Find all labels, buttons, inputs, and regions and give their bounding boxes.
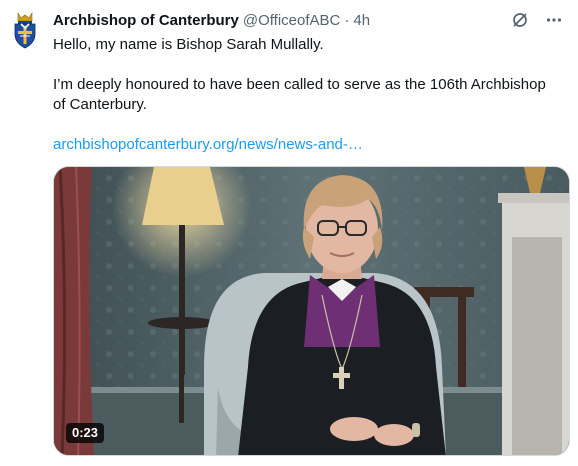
avatar[interactable] [12, 11, 38, 50]
video-duration: 0:23 [66, 423, 105, 443]
tweet-text-line: I’m deeply honoured to have been called … [53, 76, 546, 93]
more-button[interactable] [544, 10, 564, 30]
tweet[interactable]: Archbishop of Canterbury @OfficeofABC · … [0, 0, 578, 466]
canterbury-crest-icon [14, 11, 36, 49]
tweet-text-spacer [53, 55, 553, 75]
tweet-text-line: of Canterbury. [53, 96, 147, 113]
tweet-text-line: Hello, my name is Bishop Sarah Mullally. [53, 36, 324, 53]
tweet-top-actions [510, 10, 564, 30]
video-thumbnail [54, 167, 569, 455]
author-handle[interactable]: @OfficeofABC [243, 11, 341, 31]
tweet-text-spacer [53, 115, 553, 135]
video-player[interactable]: 0:23 [53, 166, 570, 456]
tweet-text: Hello, my name is Bishop Sarah Mullally.… [53, 35, 553, 155]
grok-button[interactable] [510, 10, 530, 30]
tweet-time[interactable]: 4h [353, 11, 370, 31]
header-separator: · [344, 12, 350, 29]
tweet-link[interactable]: archbishopofcanterbury.org/news/news-and… [53, 135, 553, 155]
tweet-header: Archbishop of Canterbury @OfficeofABC · … [53, 10, 570, 32]
author-name[interactable]: Archbishop of Canterbury [53, 11, 239, 31]
more-horizontal-icon [546, 18, 562, 22]
grok-icon [513, 11, 529, 27]
